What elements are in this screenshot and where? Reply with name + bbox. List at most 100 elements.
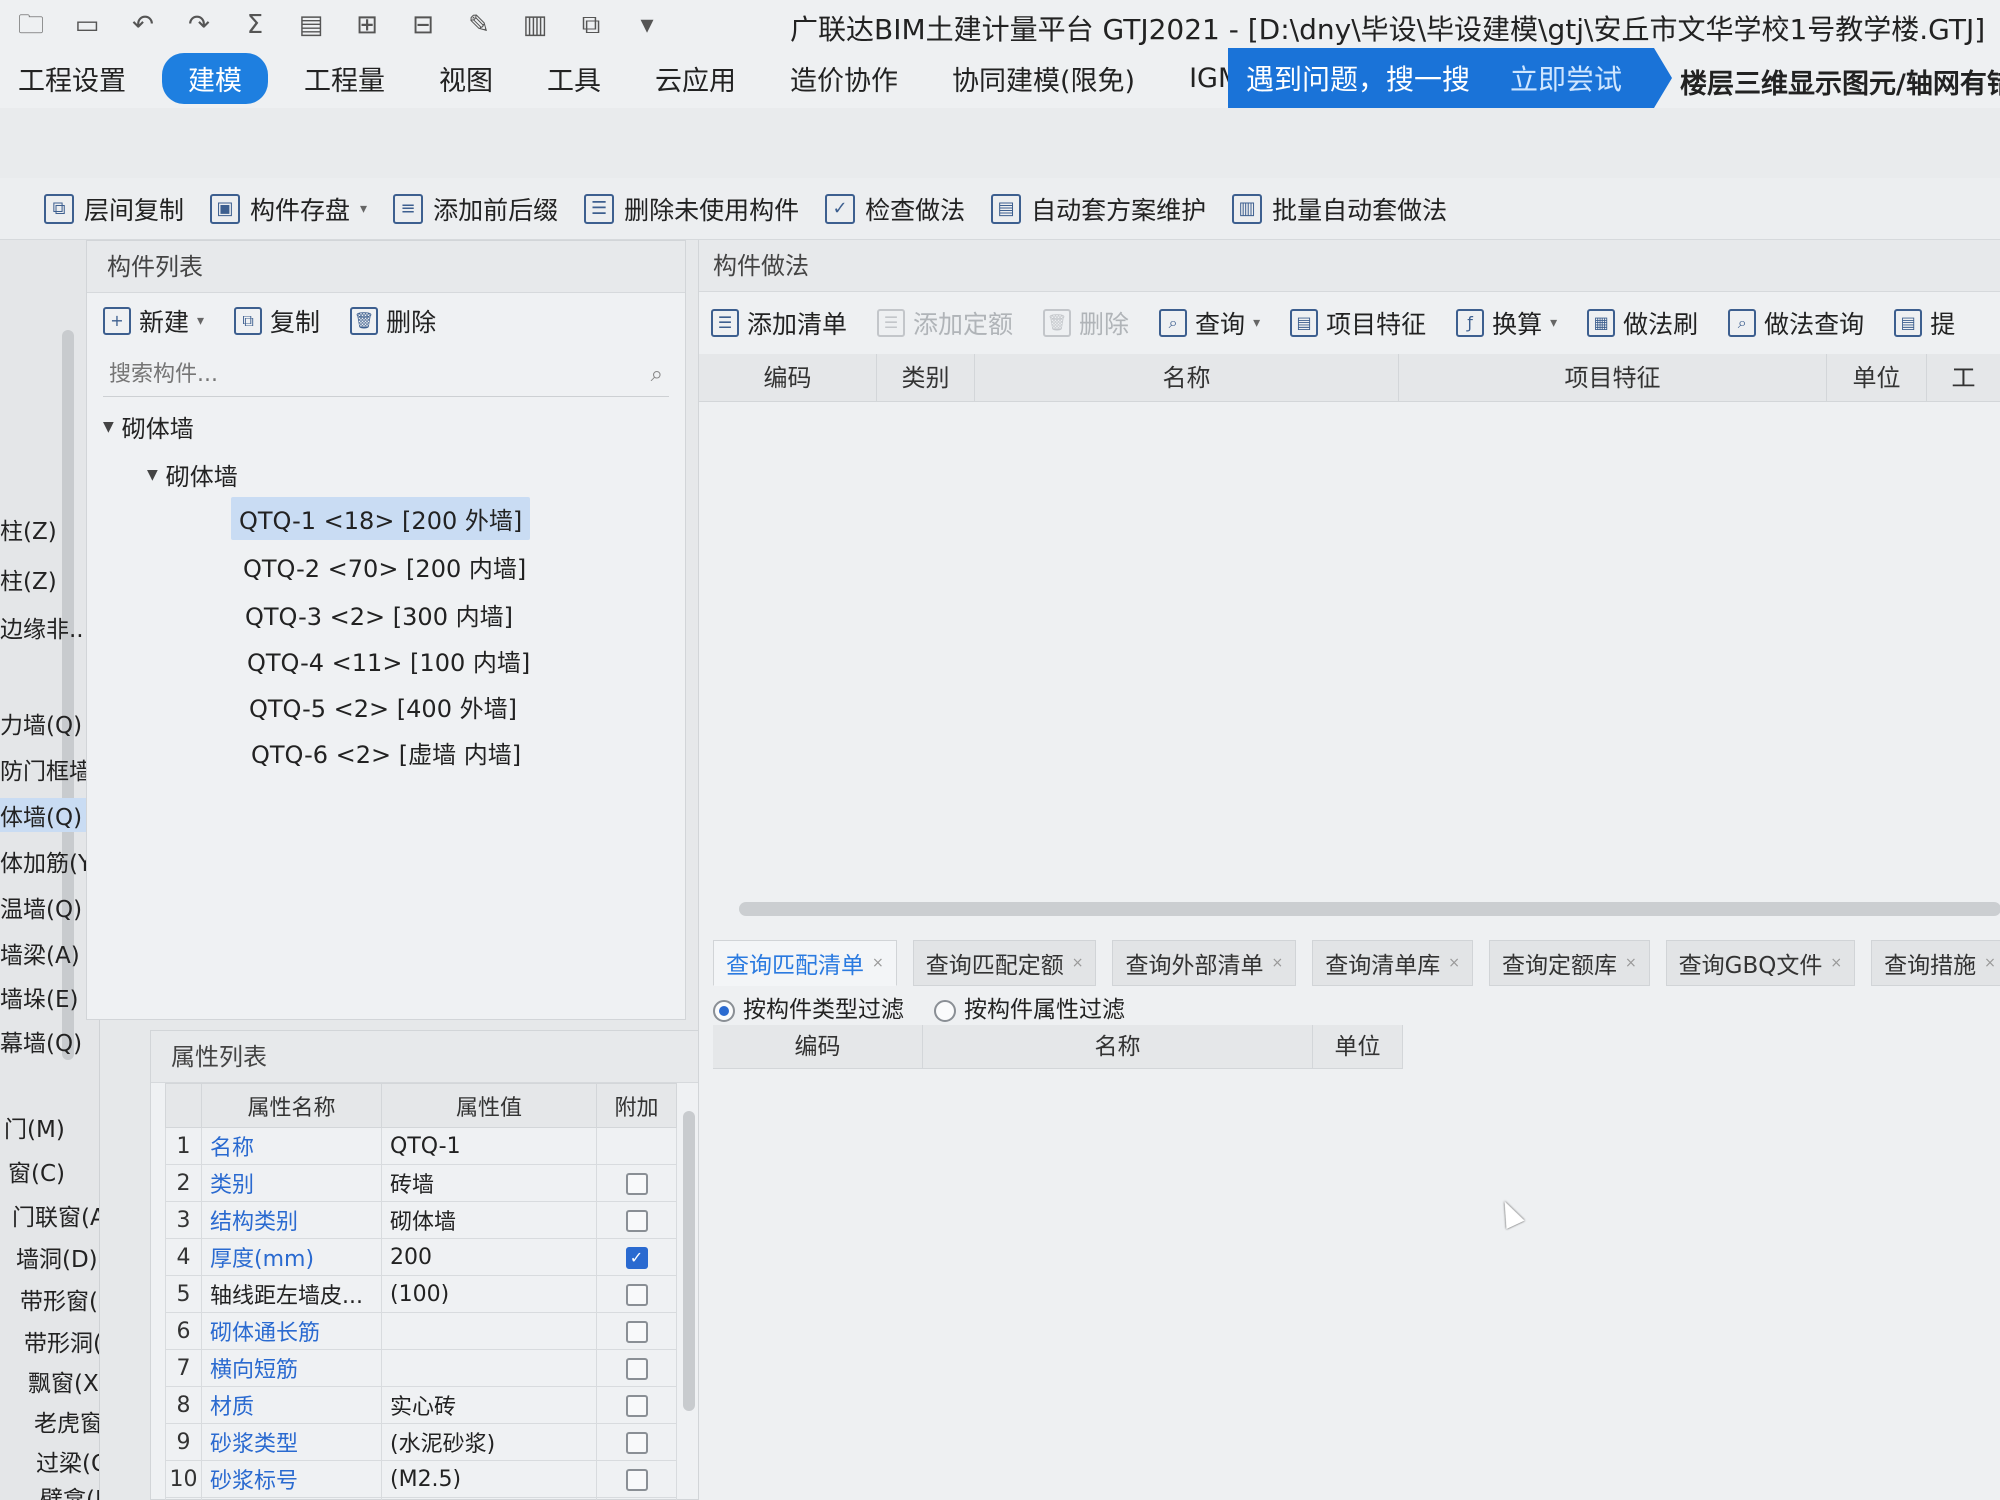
help-search-banner[interactable]: 遇到问题，搜一搜 立即尝试 xyxy=(1228,48,1654,108)
property-extra[interactable] xyxy=(596,1164,677,1202)
property-row[interactable]: 8 材质 实心砖 xyxy=(165,1386,677,1424)
caret-down-icon[interactable]: ▼ xyxy=(103,419,114,435)
nav-item[interactable]: 力墙(Q) xyxy=(0,706,82,740)
query-tab[interactable]: 查询GBQ文件 × xyxy=(1665,940,1856,986)
method-query-button[interactable]: ⌕ 做法查询 xyxy=(1728,305,1864,341)
close-icon[interactable]: × xyxy=(1625,955,1637,971)
nav-item[interactable]: 墙洞(D) xyxy=(16,1240,98,1274)
query-grid-body[interactable] xyxy=(713,1070,2000,1500)
add-quota-button[interactable]: ☰ 添加定额 xyxy=(877,305,1013,341)
filter-by-attr-radio[interactable]: 按构件属性过滤 xyxy=(934,990,1125,1024)
property-value[interactable]: 砖墙 xyxy=(381,1164,597,1202)
nav-item[interactable]: 墙垛(E) xyxy=(0,980,78,1014)
nav-item[interactable]: 边缘非... xyxy=(0,610,91,644)
save-component-button[interactable]: ▣ 构件存盘 ▾ xyxy=(210,191,367,227)
menu-tools[interactable]: 工具 xyxy=(529,53,619,104)
property-value[interactable]: 实心砖 xyxy=(381,1386,597,1424)
nav-item[interactable]: 体加筋(Y) xyxy=(0,844,99,878)
nav-item[interactable]: 防门框墙... xyxy=(0,752,99,786)
menu-modeling[interactable]: 建模 xyxy=(162,52,268,104)
nav-item[interactable]: 幕墙(Q) xyxy=(0,1024,82,1058)
undo-icon[interactable]: ↶ xyxy=(126,9,160,41)
property-value[interactable]: (M2.5) xyxy=(381,1460,597,1498)
component-search-input[interactable] xyxy=(109,362,609,387)
close-icon[interactable]: × xyxy=(872,955,884,971)
layer-icon[interactable]: ▤ xyxy=(294,9,328,41)
search-icon[interactable]: ⌕ xyxy=(651,362,663,387)
menu-collab-modeling[interactable]: 协同建模(限免) xyxy=(934,53,1153,104)
property-row[interactable]: 9 砂浆类型 (水泥砂浆) xyxy=(165,1423,677,1461)
property-extra[interactable] xyxy=(596,1460,677,1498)
folder-open-icon[interactable]: 🗀 xyxy=(14,9,48,41)
property-value[interactable]: 砌体墙 xyxy=(381,1201,597,1239)
checkbox-icon[interactable] xyxy=(625,1320,648,1343)
menu-cloud[interactable]: 云应用 xyxy=(637,53,754,104)
property-extra[interactable] xyxy=(596,1127,677,1165)
close-icon[interactable]: × xyxy=(1448,955,1460,971)
export-icon[interactable]: ⧉ xyxy=(574,9,608,41)
property-extra[interactable] xyxy=(596,1312,677,1350)
help-tip-text[interactable]: 楼层三维显示图元/轴网有错位 xyxy=(1680,62,2000,101)
query-tab[interactable]: 查询定额库 × xyxy=(1488,940,1650,986)
property-extra[interactable] xyxy=(596,1201,677,1239)
component-item-qtq-4[interactable]: QTQ-4 <11> [100 内墙] xyxy=(239,639,538,682)
radio-unselected-icon[interactable] xyxy=(934,999,956,1022)
nav-item[interactable]: 带形洞(D) xyxy=(24,1324,99,1358)
checkbox-icon[interactable] xyxy=(625,1357,648,1380)
delete-button[interactable]: 🗑 删除 xyxy=(1043,305,1129,341)
property-value[interactable]: QTQ-1 xyxy=(381,1127,597,1165)
help-search-text[interactable]: 遇到问题，搜一搜 xyxy=(1246,58,1470,98)
pen-icon[interactable]: ✎ xyxy=(462,9,496,41)
tree-child-masonry-wall[interactable]: ▼ 砌体墙 xyxy=(147,457,238,492)
property-extra[interactable] xyxy=(596,1423,677,1461)
filter-by-type-radio[interactable]: 按构件类型过滤 xyxy=(713,990,904,1024)
close-icon[interactable]: × xyxy=(1830,955,1842,971)
nav-item[interactable]: 过梁(G) xyxy=(36,1444,99,1478)
nav-item[interactable]: 老虎窗 xyxy=(34,1404,99,1438)
property-extra[interactable] xyxy=(596,1349,677,1387)
property-extra[interactable] xyxy=(596,1386,677,1424)
property-row[interactable]: 6 砌体通长筋 xyxy=(165,1312,677,1350)
query-button[interactable]: ⌕ 查询 ▾ xyxy=(1159,305,1260,341)
menu-project-settings[interactable]: 工程设置 xyxy=(0,53,144,104)
property-scrollbar[interactable] xyxy=(683,1111,695,1411)
property-row[interactable]: 5 轴线距左墙皮... (100) xyxy=(165,1275,677,1313)
convert-button[interactable]: ƒ 换算 ▾ xyxy=(1456,305,1557,341)
component-item-qtq-2[interactable]: QTQ-2 <70> [200 内墙] xyxy=(235,545,534,588)
sum-icon[interactable]: Σ xyxy=(238,9,272,41)
query-tab[interactable]: 查询清单库 × xyxy=(1312,940,1473,986)
try-now-button[interactable]: 立即尝试 xyxy=(1510,58,1622,98)
nav-item[interactable]: 飘窗(X) xyxy=(28,1364,99,1398)
checkbox-checked-icon[interactable]: ✓ xyxy=(625,1246,648,1269)
checkbox-icon[interactable] xyxy=(625,1468,648,1491)
copy-between-floors-button[interactable]: ⧉ 层间复制 xyxy=(44,191,184,227)
ruler-icon[interactable]: ▥ xyxy=(518,9,552,41)
nav-item[interactable]: 温墙(Q) xyxy=(0,890,82,924)
redo-icon[interactable]: ↷ xyxy=(182,9,216,41)
property-value[interactable]: (水泥砂浆) xyxy=(381,1423,597,1461)
method-hscrollbar[interactable] xyxy=(739,902,2000,916)
nav-item-masonry-wall[interactable]: 体墙(Q) xyxy=(0,798,99,832)
menu-cost-collab[interactable]: 造价协作 xyxy=(772,53,916,104)
check-method-button[interactable]: ✓ 检查做法 xyxy=(825,191,965,227)
component-item-qtq-1[interactable]: QTQ-1 <18> [200 外墙] xyxy=(231,497,531,540)
property-value[interactable]: 200 xyxy=(381,1238,597,1276)
new-component-button[interactable]: + 新建 ▾ xyxy=(103,303,204,339)
nav-item[interactable]: 柱(Z) xyxy=(0,562,57,596)
query-tab[interactable]: 查询措施 × xyxy=(1871,940,2000,986)
delete-component-button[interactable]: 🗑 删除 xyxy=(350,303,436,339)
caret-down-icon[interactable]: ▼ xyxy=(147,467,158,483)
component-item-qtq-6[interactable]: QTQ-6 <2> [虚墙 内墙] xyxy=(243,731,529,774)
query-tab[interactable]: 查询外部清单 × xyxy=(1112,940,1297,986)
nav-item[interactable]: 带形窗(C) xyxy=(20,1282,99,1316)
checkbox-icon[interactable] xyxy=(625,1394,648,1417)
method-brush-button[interactable]: ▦ 做法刷 xyxy=(1587,305,1698,341)
tree-root-masonry-wall[interactable]: ▼ 砌体墙 xyxy=(103,409,194,444)
nav-item[interactable]: 门联窗(A) xyxy=(12,1198,99,1232)
add-prefix-suffix-button[interactable]: ≡ 添加前后缀 xyxy=(393,191,558,227)
checkbox-icon[interactable] xyxy=(625,1431,648,1454)
nav-item[interactable]: 柱(Z) xyxy=(0,512,57,546)
query-tab[interactable]: 查询匹配定额 × xyxy=(912,940,1097,986)
dropdown-icon[interactable]: ▾ xyxy=(630,9,664,41)
checkbox-icon[interactable] xyxy=(625,1209,648,1232)
